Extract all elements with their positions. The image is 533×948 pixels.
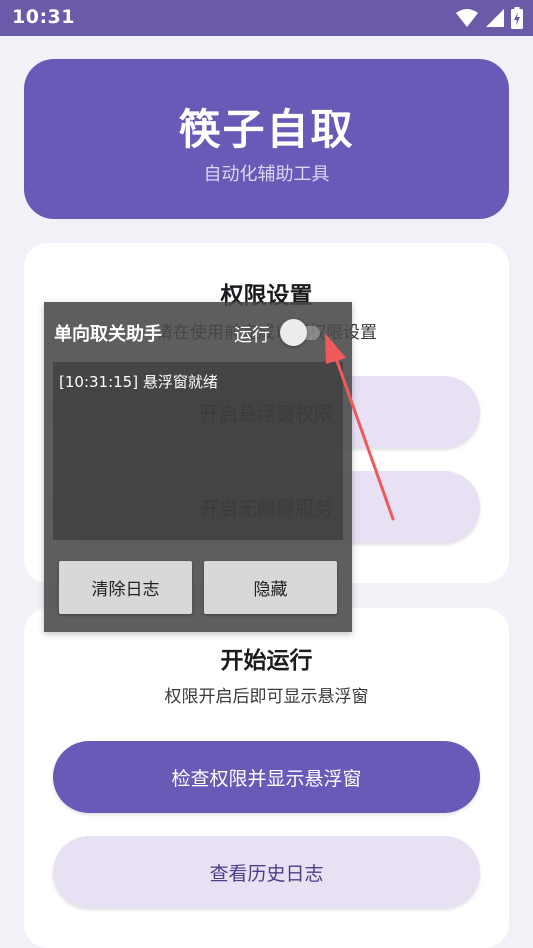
status-icons <box>455 7 523 29</box>
status-time: 10:31 <box>12 6 75 28</box>
run-toggle[interactable] <box>278 319 324 346</box>
run-card: 开始运行 权限开启后即可显示悬浮窗 检查权限并显示悬浮窗 查看历史日志 <box>24 608 509 948</box>
app-subtitle: 自动化辅助工具 <box>203 164 330 185</box>
check-and-show-overlay-button[interactable]: 检查权限并显示悬浮窗 <box>53 741 480 813</box>
log-line: [10:31:15] 悬浮窗就绪 <box>59 373 218 391</box>
overlay-title: 单向取关助手 <box>54 324 162 345</box>
app-title: 筷子自取 <box>178 105 355 154</box>
run-title: 开始运行 <box>220 648 313 674</box>
floating-overlay-window[interactable]: 单向取关助手 运行 [10:31:15] 悬浮窗就绪 清除日志 隐藏 <box>44 302 352 632</box>
app-header-card: 筷子自取 自动化辅助工具 <box>24 59 509 219</box>
view-history-log-button[interactable]: 查看历史日志 <box>53 836 480 908</box>
clear-log-button[interactable]: 清除日志 <box>59 561 192 614</box>
wifi-icon <box>456 9 478 27</box>
run-toggle-thumb[interactable] <box>280 319 307 346</box>
run-description: 权限开启后即可显示悬浮窗 <box>164 687 369 707</box>
log-area: [10:31:15] 悬浮窗就绪 <box>53 362 343 540</box>
status-bar: 10:31 <box>0 0 533 36</box>
run-toggle-label: 运行 <box>234 325 270 346</box>
signal-icon <box>486 9 504 27</box>
battery-charging-icon <box>511 7 523 29</box>
hide-button[interactable]: 隐藏 <box>204 561 337 614</box>
